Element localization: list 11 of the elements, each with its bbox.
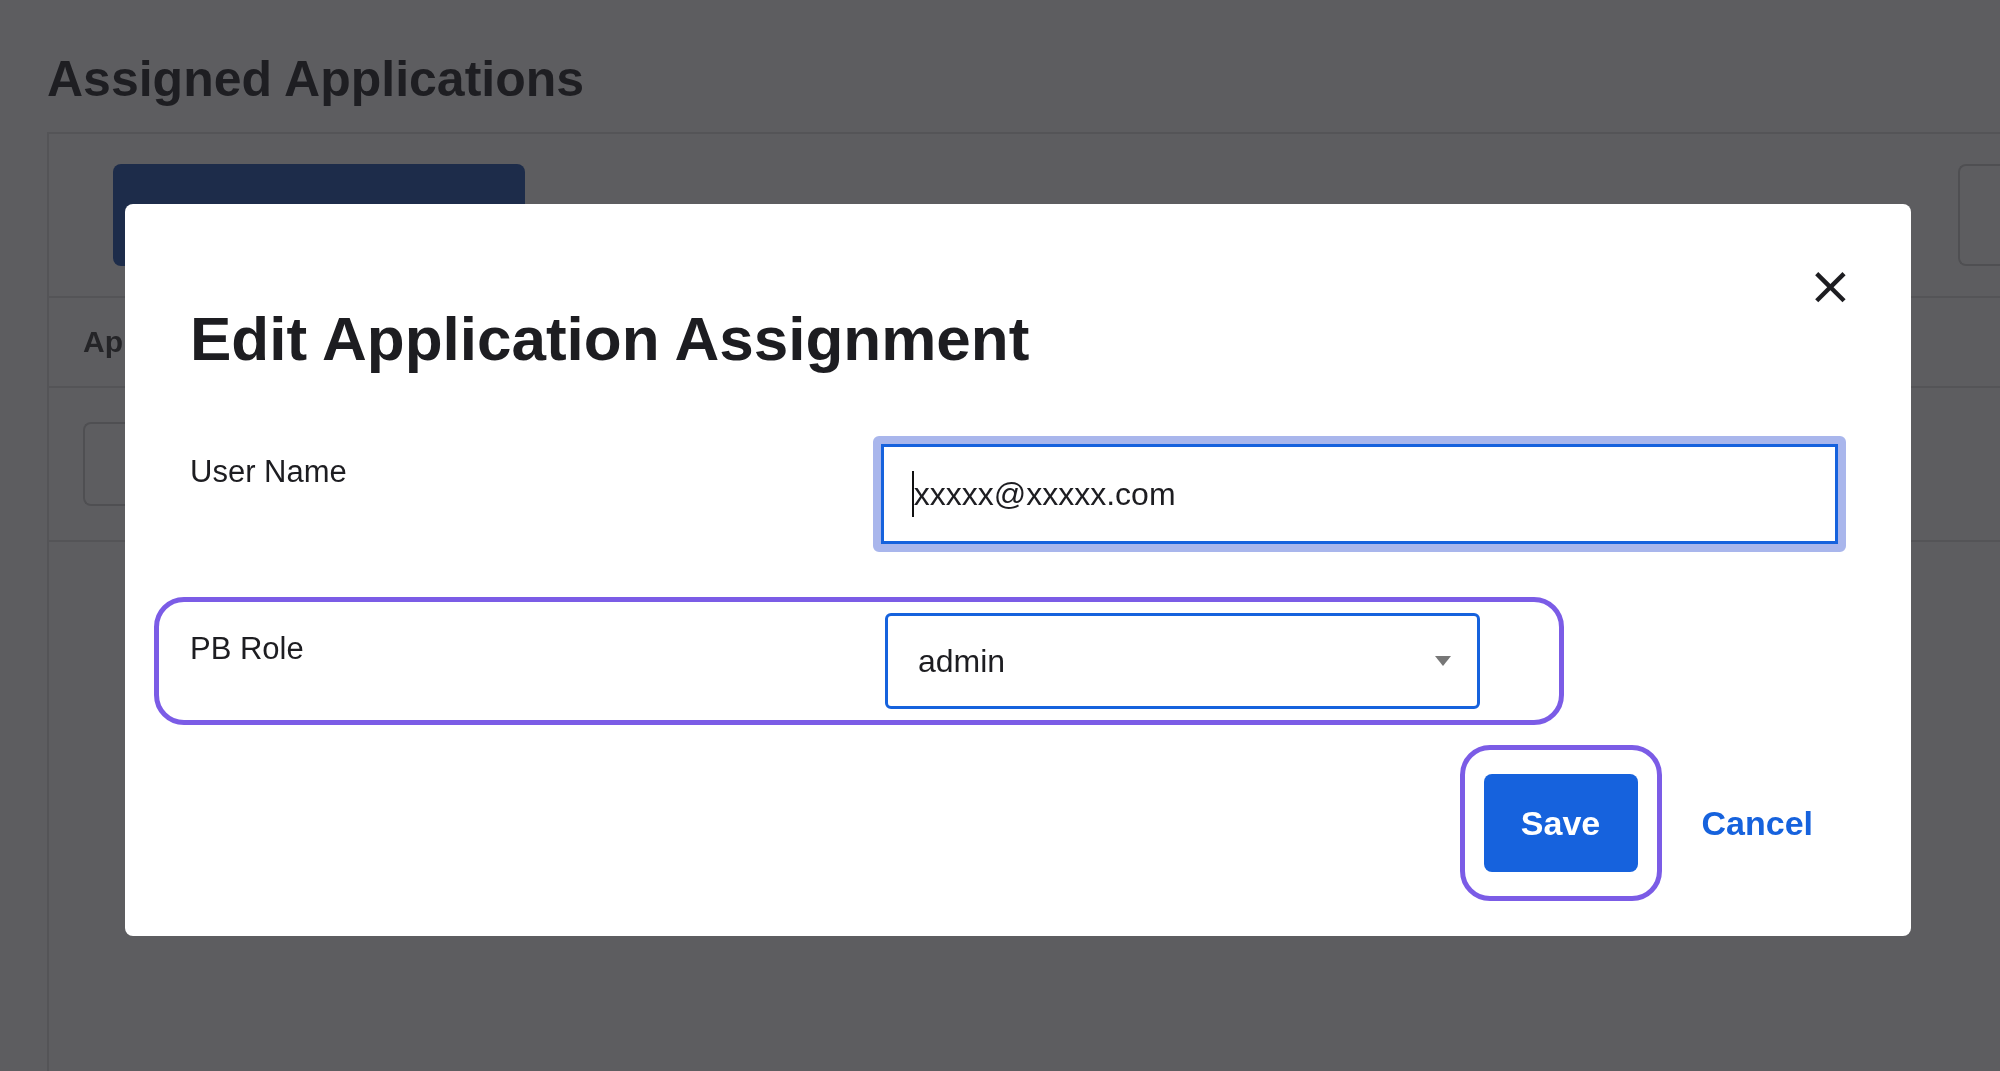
column-header: Ap: [83, 325, 123, 359]
select-field[interactable]: admin: [885, 613, 1480, 709]
cancel-link[interactable]: Cancel: [1701, 803, 1813, 843]
field-label: User Name: [190, 453, 348, 490]
save-button[interactable]: Save: [1483, 774, 1638, 872]
page-heading: Assigned Applications: [47, 50, 586, 108]
caret-icon: [1435, 656, 1451, 666]
input-field[interactable]: xxxxx@xxxxx.com: [872, 436, 1846, 552]
close-button[interactable]: ×: [1807, 258, 1853, 314]
field-label: PB Role: [190, 630, 305, 667]
dialog-title: Edit Application Assignment: [190, 304, 1030, 374]
